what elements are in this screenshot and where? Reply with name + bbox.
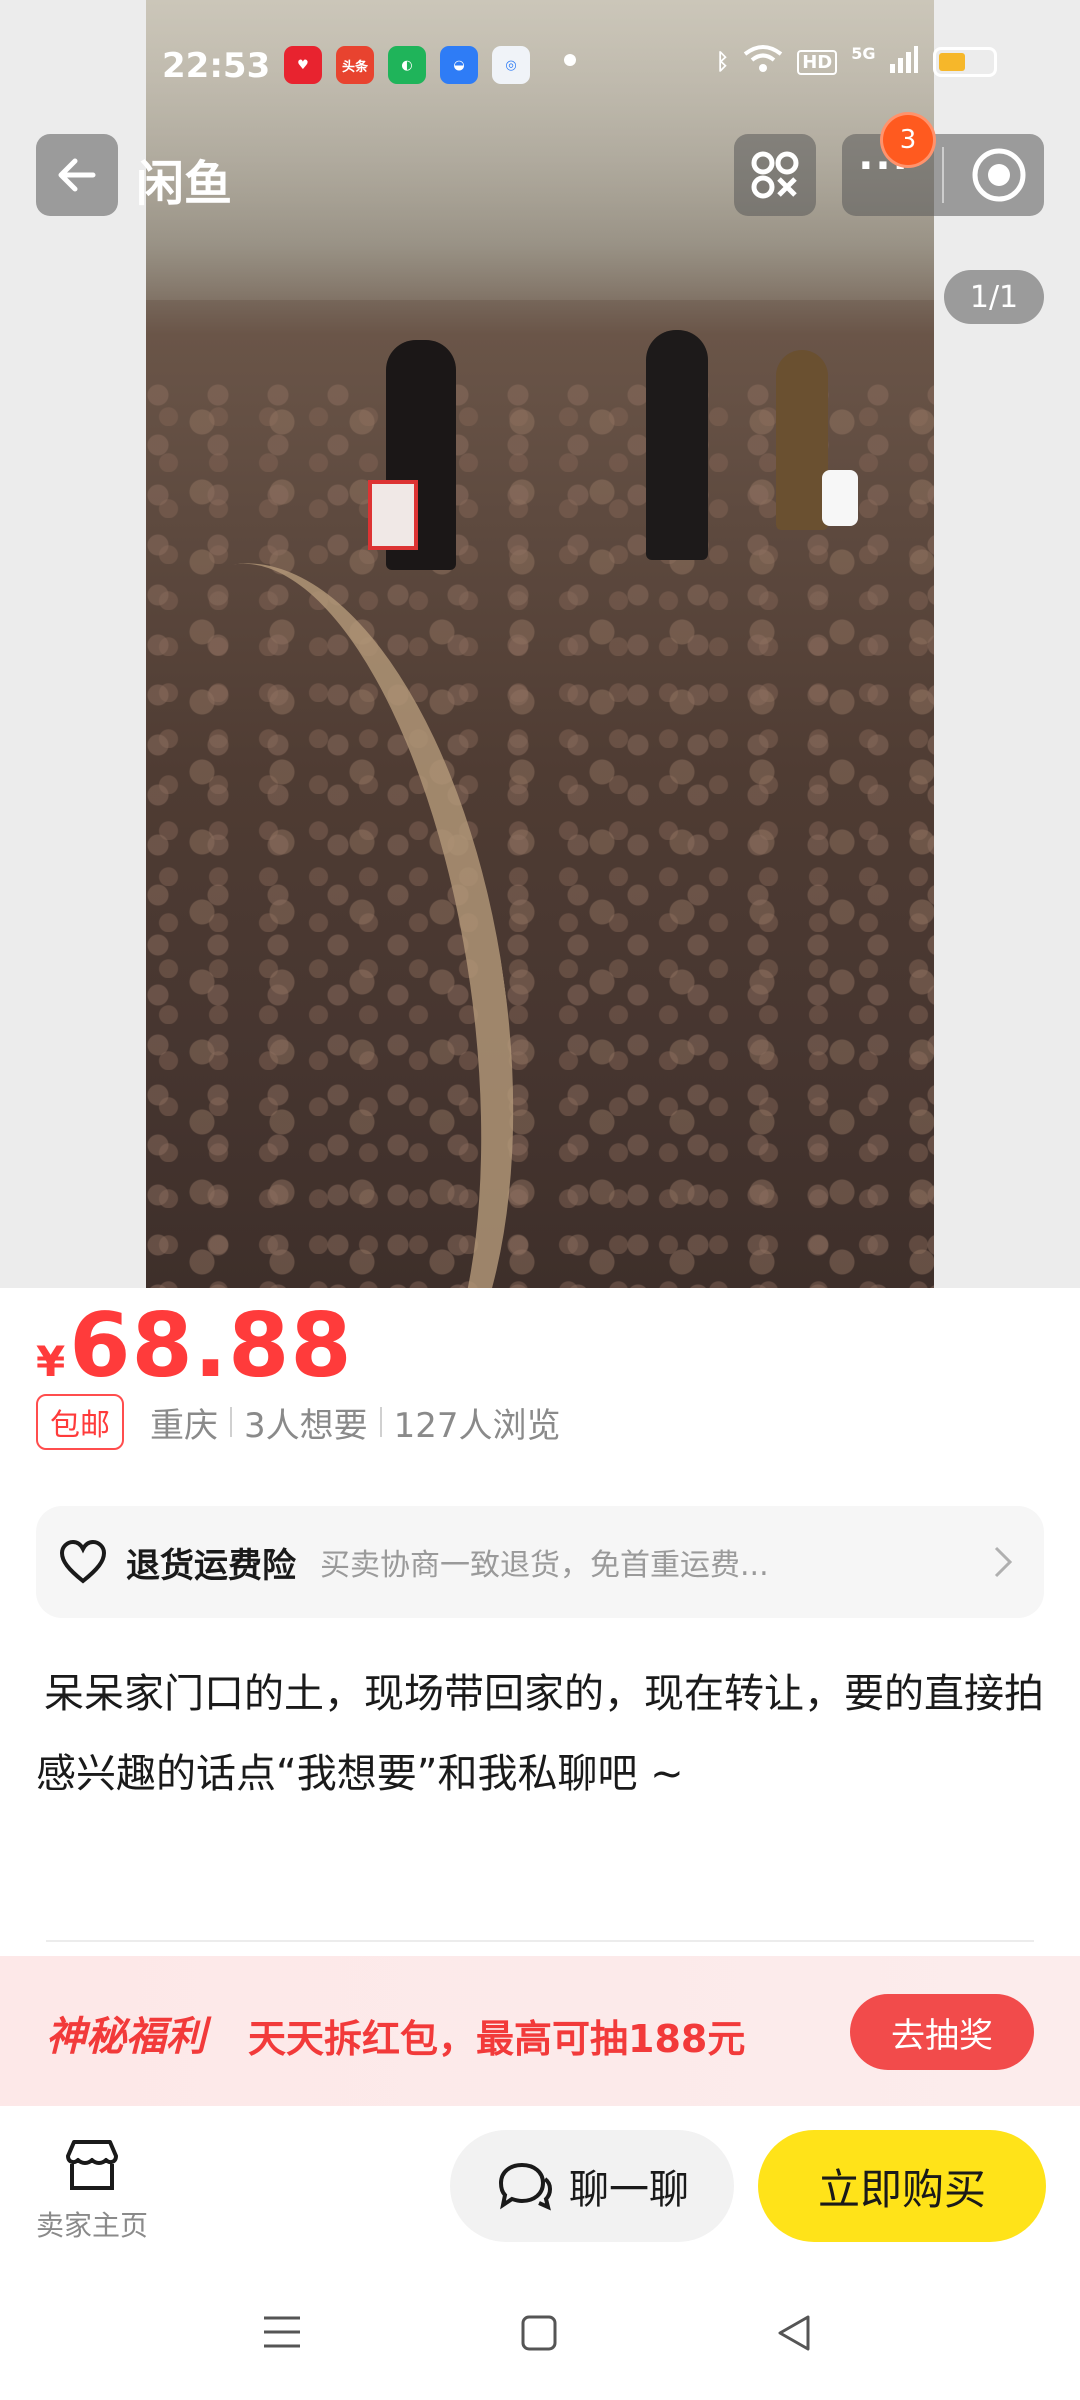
promo-banner[interactable]: 神秘福利 天天拆红包，最高可抽188元 去抽奖 [0,1956,1080,2106]
divider [46,1940,1034,1942]
share-circles-icon [751,151,799,199]
description-line-2: 感兴趣的话点“我想要”和我私聊吧 ~ [36,1751,684,1797]
return-insurance-row[interactable]: 退货运费险 买卖协商一致退货，免首重运费... [36,1506,1044,1618]
app-badge-toutiao: 头条 [336,46,374,84]
scan-button[interactable] [734,134,816,216]
status-dot [564,54,576,66]
chat-label: 聊一聊 [569,2167,689,2213]
menu-icon[interactable] [262,2314,302,2354]
app-title: 闲鱼 [136,156,233,212]
arrow-left-icon [58,158,96,192]
free-shipping-tag: 包邮 [36,1394,124,1450]
back-button[interactable] [36,134,118,216]
price: ¥ 68.88 [36,1294,353,1397]
views-count: 127人浏览 [393,1405,561,1446]
image-page-indicator: 1/1 [944,270,1044,324]
insurance-title: 退货运费险 [126,1545,296,1586]
signal-label: 5G [851,44,876,63]
app-badge-blue: ◒ [440,46,478,84]
close-target-icon[interactable] [970,146,1028,204]
seller-home-label: 卖家主页 [35,2209,148,2242]
chat-button[interactable]: 聊一聊 [450,2130,734,2242]
battery-icon [933,47,998,77]
chevron-right-icon [994,1546,1013,1578]
product-description: 呆呆家门口的土，现场带回家的，现在转让，要的直接拍 感兴趣的话点“我想要”和我私… [36,1654,1046,1814]
insurance-description: 买卖协商一致退货，免首重运费... [320,1548,769,1583]
signal-icon [889,44,919,80]
wifi-icon [743,44,783,80]
bluetooth-icon: ᛒ [716,49,730,75]
currency-symbol: ¥ [36,1337,66,1386]
app-badge-red: ♥ [284,46,322,84]
buy-now-button[interactable]: 立即购买 [758,2130,1046,2242]
status-bar: 22:53 ♥ 头条 ◐ ◒ ◎ ᛒ HD 5G [0,40,1080,100]
price-value: 68.88 [69,1294,353,1397]
seller-home-button[interactable]: 卖家主页 [30,2136,154,2244]
wants-count: 3人想要 [244,1405,368,1446]
heart-icon [59,1539,107,1584]
product-image-area: 22:53 ♥ 头条 ◐ ◒ ◎ ᛒ HD 5G 闲鱼 ··· 3 1/1 [0,0,1080,1288]
status-time: 22:53 [162,46,271,86]
shop-icon [66,2140,118,2190]
home-icon[interactable] [520,2314,558,2356]
system-navigation-bar [0,2290,1080,2380]
app-badge-green: ◐ [388,46,426,84]
description-line-1: 呆呆家门口的土，现场带回家的，现在转让，要的直接拍 [44,1671,1044,1717]
product-meta: 包邮 重庆 3人想要 127人浏览 [36,1394,561,1450]
location-text: 重庆 [150,1405,218,1446]
chat-bubble-icon [498,2162,553,2211]
notification-badge: 3 [880,112,936,168]
promo-brand: 神秘福利 [46,2014,206,2060]
app-badge-search: ◎ [492,46,530,84]
back-nav-icon[interactable] [776,2314,812,2356]
hd-icon: HD [797,49,838,75]
more-menu-capsule: ··· [842,134,1044,216]
promo-text: 天天拆红包，最高可抽188元 [248,2017,746,2061]
draw-lottery-button[interactable]: 去抽奖 [850,1994,1034,2070]
